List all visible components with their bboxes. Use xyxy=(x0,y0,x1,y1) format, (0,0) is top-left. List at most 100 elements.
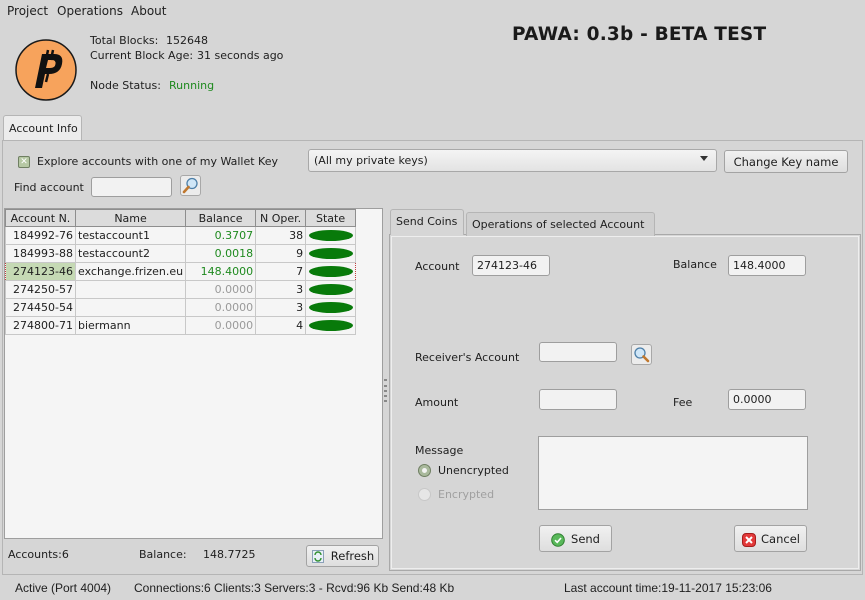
unencrypted-radio[interactable] xyxy=(418,464,431,477)
account-balance-cell: 0.0000 xyxy=(185,316,257,335)
account-number-cell: 274450-54 xyxy=(5,298,76,317)
status-active-port: Active (Port 4004) xyxy=(15,581,112,595)
refresh-button[interactable]: Refresh xyxy=(306,545,379,567)
column-header-operations[interactable]: N Oper. xyxy=(255,209,307,227)
block-age-value: 31 seconds ago xyxy=(197,49,284,62)
total-blocks-label: Total Blocks: xyxy=(90,34,159,47)
account-state-cell xyxy=(305,298,357,317)
menu-operations[interactable]: Operations xyxy=(57,4,123,18)
message-label: Message xyxy=(415,444,464,457)
explore-wallet-key-checkbox[interactable]: ✕ xyxy=(18,156,30,168)
account-name-cell: testaccount1 xyxy=(74,226,187,245)
encrypted-radio[interactable] xyxy=(418,488,431,501)
account-number-cell: 274123-46 xyxy=(5,262,76,281)
chevron-down-icon xyxy=(700,156,708,161)
column-header-name[interactable]: Name xyxy=(74,209,187,227)
account-number-cell: 184992-76 xyxy=(5,226,76,245)
state-ok-icon xyxy=(308,266,353,277)
check-icon xyxy=(551,533,565,547)
app-title: PAWA: 0.3b - BETA TEST xyxy=(512,24,767,45)
cancel-button-label: Cancel xyxy=(761,532,800,546)
accounts-table: Account N. Name Balance N Oper. State 18… xyxy=(5,209,357,335)
receiver-search-button[interactable] xyxy=(631,344,652,365)
fee-label: Fee xyxy=(673,396,693,409)
account-row[interactable]: 274250-57 0.0000 3 xyxy=(5,280,357,299)
state-ok-icon xyxy=(308,284,353,295)
account-row[interactable]: 184992-76 testaccount1 0.3707 38 xyxy=(5,226,357,245)
column-header-account[interactable]: Account N. xyxy=(5,209,76,227)
send-account-label: Account xyxy=(415,260,460,273)
tab-account-info[interactable]: Account Info xyxy=(3,115,82,140)
menu-bar: Project Operations About xyxy=(0,0,865,22)
send-button-label: Send xyxy=(571,532,600,546)
send-balance-input[interactable] xyxy=(728,255,806,276)
splitter-grip xyxy=(384,400,387,402)
splitter-grip xyxy=(384,390,387,392)
pascalcoin-logo-icon xyxy=(15,39,77,101)
account-row[interactable]: 184993-88 testaccount2 0.0018 9 xyxy=(5,244,357,263)
total-balance-value: 148.7725 xyxy=(203,548,256,561)
unencrypted-label[interactable]: Unencrypted xyxy=(438,464,509,477)
encrypted-label[interactable]: Encrypted xyxy=(438,488,494,501)
total-blocks-value: 152648 xyxy=(166,34,208,47)
accounts-count: Accounts:6 xyxy=(8,548,69,561)
tab-operations-selected-account[interactable]: Operations of selected Account xyxy=(466,212,655,236)
receiver-account-input[interactable] xyxy=(539,342,617,362)
explore-wallet-key-label: Explore accounts with one of my Wallet K… xyxy=(37,155,278,168)
account-name-cell: biermann xyxy=(74,316,187,335)
amount-input[interactable] xyxy=(539,389,617,410)
splitter-grip xyxy=(384,395,387,397)
splitter-grip xyxy=(384,385,387,387)
block-age-label: Current Block Age: xyxy=(90,49,194,62)
send-button[interactable]: Send xyxy=(539,525,612,552)
node-status-label: Node Status: xyxy=(90,79,161,92)
send-account-input[interactable] xyxy=(472,255,550,276)
accounts-grid[interactable]: Account N. Name Balance N Oper. State 18… xyxy=(4,208,383,539)
search-icon xyxy=(182,177,198,194)
column-header-state[interactable]: State xyxy=(305,209,357,227)
search-icon xyxy=(634,347,650,363)
account-operations-cell: 9 xyxy=(255,244,307,263)
account-name-cell xyxy=(74,298,187,317)
account-number-cell: 274250-57 xyxy=(5,280,76,299)
find-account-search-button[interactable] xyxy=(180,175,201,196)
account-balance-cell: 0.0018 xyxy=(185,244,257,263)
cancel-button[interactable]: Cancel xyxy=(734,525,807,552)
splitter-grip xyxy=(384,379,387,381)
tab-send-coins[interactable]: Send Coins xyxy=(390,209,464,235)
account-balance-cell: 0.0000 xyxy=(185,280,257,299)
state-ok-icon xyxy=(308,320,353,331)
account-state-cell xyxy=(305,262,357,281)
wallet-key-select-value: (All my private keys) xyxy=(314,154,428,167)
wallet-key-select[interactable]: (All my private keys) xyxy=(308,149,717,172)
accounts-header-row: Account N. Name Balance N Oper. State xyxy=(5,209,357,227)
send-balance-label: Balance xyxy=(673,258,717,271)
change-key-name-button[interactable]: Change Key name xyxy=(724,150,848,173)
status-connections: Connections:6 Clients:3 Servers:3 - Rcvd… xyxy=(134,581,455,595)
menu-project[interactable]: Project xyxy=(7,4,48,18)
state-ok-icon xyxy=(308,302,353,313)
panel-splitter[interactable] xyxy=(384,208,387,568)
column-header-balance[interactable]: Balance xyxy=(185,209,257,227)
account-balance-cell: 148.4000 xyxy=(185,262,257,281)
account-row[interactable]: 274123-46 exchange.frizen.eu 148.4000 7 xyxy=(5,262,357,281)
account-row[interactable]: 274450-54 0.0000 3 xyxy=(5,298,357,317)
menu-about[interactable]: About xyxy=(131,4,166,18)
close-icon xyxy=(742,533,756,547)
account-row[interactable]: 274800-71 biermann 0.0000 4 xyxy=(5,316,357,335)
find-account-input[interactable] xyxy=(91,177,172,197)
account-state-cell xyxy=(305,280,357,299)
status-last-account-time: Last account time:19-11-2017 15:23:06 xyxy=(564,581,772,595)
fee-input[interactable] xyxy=(728,389,806,410)
account-balance-cell: 0.0000 xyxy=(185,298,257,317)
account-state-cell xyxy=(305,244,357,263)
account-name-cell xyxy=(74,280,187,299)
amount-label: Amount xyxy=(415,396,459,409)
account-number-cell: 274800-71 xyxy=(5,316,76,335)
state-ok-icon xyxy=(308,230,353,241)
total-balance-label: Balance: xyxy=(139,548,187,561)
message-textarea[interactable] xyxy=(538,436,808,510)
account-name-cell: testaccount2 xyxy=(74,244,187,263)
account-operations-cell: 4 xyxy=(255,316,307,335)
receiver-account-label: Receiver's Account xyxy=(415,351,520,364)
